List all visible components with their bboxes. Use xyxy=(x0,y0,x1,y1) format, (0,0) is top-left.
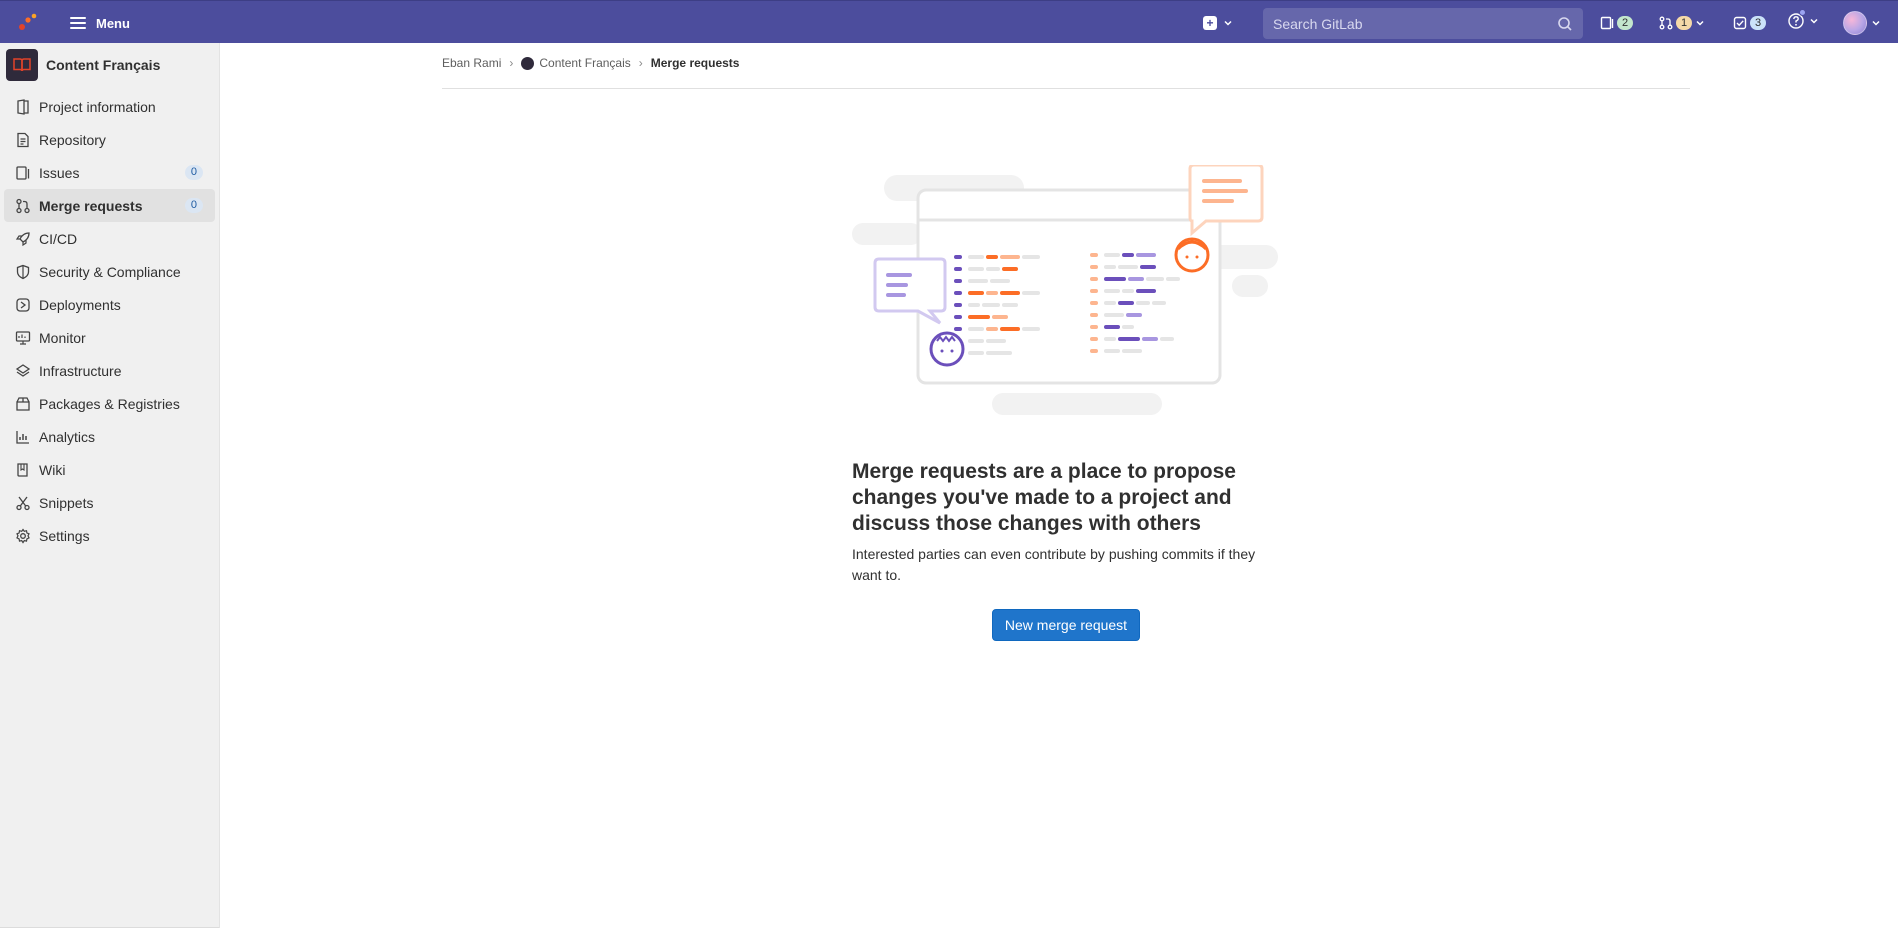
sidebar-item-issues[interactable]: Issues 0 xyxy=(4,156,215,189)
sidebar-item-monitor[interactable]: Monitor xyxy=(4,321,215,354)
sidebar-item-project-information[interactable]: Project information xyxy=(4,90,215,123)
breadcrumb-separator-icon: › xyxy=(638,56,643,71)
help-dropdown[interactable] xyxy=(1787,9,1819,30)
sidebar-item-merge-requests[interactable]: Merge requests 0 xyxy=(4,189,215,222)
breadcrumb-project-label: Content Français xyxy=(539,56,631,70)
gitlab-logo-icon[interactable] xyxy=(17,12,39,32)
user-menu-dropdown[interactable] xyxy=(1843,11,1881,35)
todos-counter[interactable]: 3 xyxy=(1733,13,1766,33)
hamburger-icon xyxy=(70,17,86,29)
issues-icon xyxy=(1600,16,1614,30)
shield-icon xyxy=(16,264,30,279)
book-icon xyxy=(17,462,28,477)
chevron-down-icon xyxy=(1696,20,1704,26)
sidebar-project-header[interactable]: Content Français xyxy=(6,49,160,81)
search-bar xyxy=(1263,8,1583,39)
search-input[interactable] xyxy=(1273,15,1557,32)
sidebar-item-deployments[interactable]: Deployments xyxy=(4,288,215,321)
book-logo-icon xyxy=(13,58,31,72)
gear-icon xyxy=(16,527,30,544)
merge-requests-count-badge: 1 xyxy=(1676,16,1692,30)
avatar xyxy=(1843,11,1867,35)
empty-state-title: Merge requests are a place to propose ch… xyxy=(852,460,1236,535)
sidebar-item-settings[interactable]: Settings xyxy=(4,519,215,552)
chevron-down-icon xyxy=(1224,20,1232,26)
breadcrumb-separator-icon: › xyxy=(509,56,514,71)
breadcrumb-user-link[interactable]: Eban Rami xyxy=(442,56,501,70)
project-avatar xyxy=(6,49,38,81)
top-navbar: Menu + 2 1 3 xyxy=(0,0,1898,43)
deployments-icon xyxy=(16,297,30,312)
new-merge-request-button[interactable]: New merge request xyxy=(992,609,1140,641)
sidebar-item-label: Packages & Registries xyxy=(39,395,180,412)
sidebar-nav: Project information Repository Issues 0 … xyxy=(4,90,215,552)
empty-state-description: Interested parties can even contribute b… xyxy=(852,546,1256,583)
sidebar-item-label: Snippets xyxy=(39,494,94,511)
merge-requests-counter[interactable]: 1 xyxy=(1659,13,1705,33)
chart-icon xyxy=(16,430,29,444)
merge-requests-empty-illustration xyxy=(852,165,1278,415)
breadcrumb-project-link[interactable]: Content Français xyxy=(521,56,631,71)
rocket-icon xyxy=(15,231,30,246)
create-new-dropdown[interactable]: + xyxy=(1203,12,1233,34)
breadcrumb-current[interactable]: Merge requests xyxy=(651,56,740,70)
todos-count-badge: 3 xyxy=(1750,16,1766,30)
project-info-icon xyxy=(17,98,29,115)
package-icon xyxy=(16,396,30,411)
sidebar-item-label: Project information xyxy=(39,98,156,115)
merge-request-icon xyxy=(1659,16,1673,30)
cloud-icon xyxy=(15,363,31,377)
sidebar-item-security-compliance[interactable]: Security & Compliance xyxy=(4,255,215,288)
menu-label: Menu xyxy=(96,15,130,31)
sidebar-item-ci-cd[interactable]: CI/CD xyxy=(4,222,215,255)
plus-square-icon: + xyxy=(1203,16,1217,30)
todo-checkbox-icon xyxy=(1733,16,1747,30)
sidebar-item-snippets[interactable]: Snippets xyxy=(4,486,215,519)
sidebar-item-label: Security & Compliance xyxy=(39,263,181,280)
sidebar-item-label: CI/CD xyxy=(39,230,78,247)
sidebar-item-label: Merge requests xyxy=(39,197,143,214)
chevron-down-icon xyxy=(1872,20,1880,26)
scissors-icon xyxy=(16,496,30,510)
sidebar-item-label: Deployments xyxy=(39,296,121,313)
sidebar-item-label: Issues xyxy=(39,164,80,181)
sidebar-item-label: Infrastructure xyxy=(39,362,122,379)
sidebar-item-analytics[interactable]: Analytics xyxy=(4,420,215,453)
sidebar-item-label: Analytics xyxy=(39,428,96,445)
sidebar-item-repository[interactable]: Repository xyxy=(4,123,215,156)
sidebar-item-label: Wiki xyxy=(39,461,66,478)
sidebar: Content Français Project information Rep… xyxy=(0,43,220,928)
sidebar-item-label: Monitor xyxy=(39,329,86,346)
breadcrumb: Eban Rami › Content Français › Merge req… xyxy=(442,56,740,71)
issues-counter[interactable]: 2 xyxy=(1600,13,1633,33)
search-icon[interactable] xyxy=(1557,16,1573,32)
chevron-down-icon xyxy=(1810,18,1818,24)
monitor-icon xyxy=(15,330,31,345)
sidebar-item-label: Repository xyxy=(39,131,106,148)
breadcrumb-divider xyxy=(442,88,1690,89)
project-avatar-icon xyxy=(521,57,535,71)
merge-request-icon xyxy=(16,198,30,213)
sidebar-item-label: Settings xyxy=(39,527,90,544)
notification-dot-icon xyxy=(1799,9,1806,16)
merge-requests-count-badge: 0 xyxy=(184,198,203,213)
project-name: Content Français xyxy=(46,57,161,73)
issues-count-badge: 2 xyxy=(1617,16,1633,30)
issues-icon xyxy=(16,165,30,180)
document-icon xyxy=(17,132,29,147)
sidebar-item-infrastructure[interactable]: Infrastructure xyxy=(4,354,215,387)
sidebar-item-packages-registries[interactable]: Packages & Registries xyxy=(4,387,215,420)
sidebar-item-wiki[interactable]: Wiki xyxy=(4,453,215,486)
issues-count-badge: 0 xyxy=(184,165,203,180)
menu-button[interactable]: Menu xyxy=(62,10,138,36)
